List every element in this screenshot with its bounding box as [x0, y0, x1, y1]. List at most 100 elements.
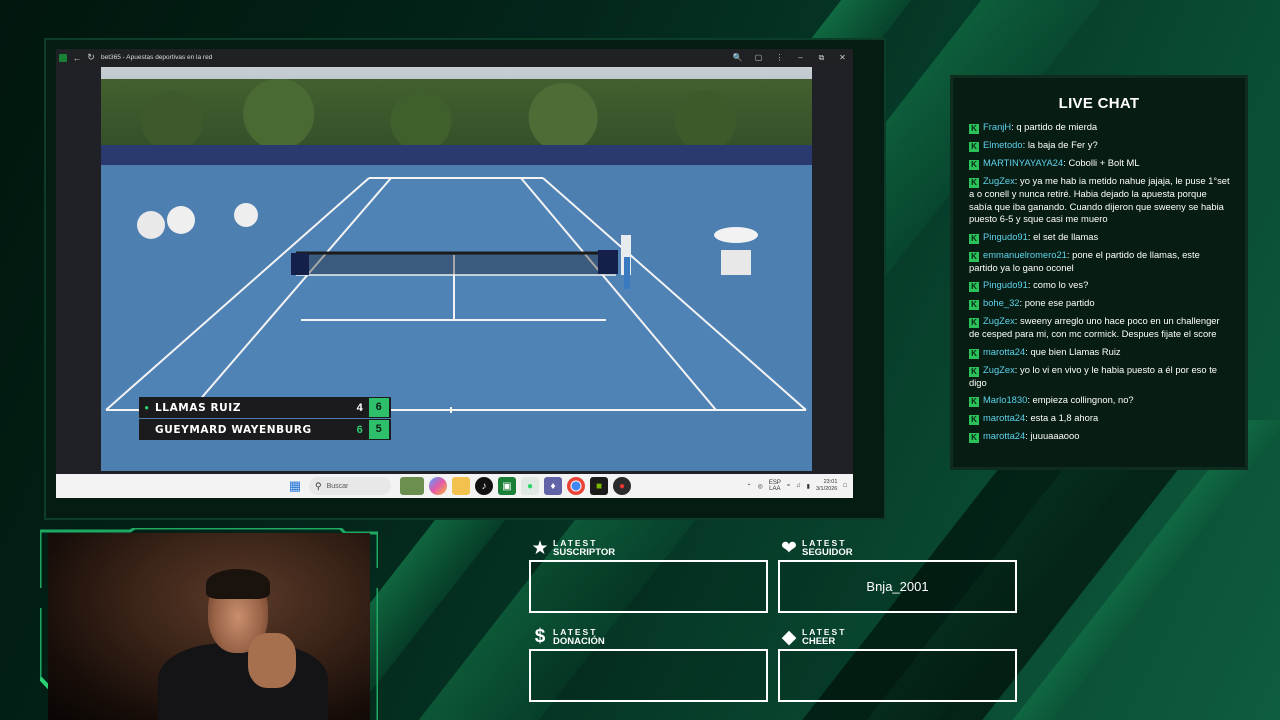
chat-text: que bien Llamas Ruiz	[1030, 345, 1121, 357]
battery-icon[interactable]: ▮	[807, 483, 810, 490]
back-arrow-icon[interactable]: ←	[70, 49, 84, 66]
taskbar-search-box[interactable]: ⚲ Buscar	[309, 477, 391, 495]
kick-badge-icon: K	[969, 397, 979, 407]
latest-label-line2: SUSCRIPTOR	[553, 546, 616, 558]
chat-text: juuuaaaooo	[1030, 430, 1080, 441]
chat-username[interactable]: ZugZex	[983, 315, 1015, 326]
latest-seguidor-box: Bnja_2001	[778, 560, 1017, 613]
microphone-icon[interactable]: ◎	[758, 483, 763, 490]
streamer-webcam	[48, 533, 370, 720]
chat-username[interactable]: Pingudo91	[983, 279, 1028, 290]
tiktok-icon[interactable]: ♪	[475, 477, 493, 495]
chat-message: K ZugZex: yo ya me hab ia metido nahue ja…	[969, 175, 1231, 226]
latest-seguidor-header: ❤ LATEST SEGUIDOR	[779, 537, 853, 559]
kick-badge-icon: K	[969, 160, 979, 170]
chat-message: K Pingudo91: el set de llamas	[969, 231, 1231, 244]
widgets-icon[interactable]	[400, 477, 424, 495]
chat-username[interactable]: bohe_32	[983, 297, 1020, 308]
chat-username[interactable]: marotta24	[983, 346, 1025, 357]
kick-badge-icon: K	[969, 433, 979, 443]
heart-icon: ❤	[781, 537, 797, 559]
latest-suscriptor-label: LATEST SUSCRIPTOR	[553, 538, 616, 558]
star-icon: ★	[531, 537, 549, 559]
windows-start-icon[interactable]: ▦	[286, 477, 304, 495]
kick-badge-icon: K	[969, 233, 979, 244]
chat-username[interactable]: Pingudo91	[983, 231, 1028, 242]
latest-cheer-label: LATEST CHEER	[802, 627, 846, 647]
more-menu-icon[interactable]: ⋮	[769, 49, 790, 66]
webcam-person-body	[158, 643, 328, 720]
volume-icon[interactable]: ♫	[796, 483, 801, 489]
live-chat-panel: LIVE CHAT K FranjH: q partido de mierda K E…	[950, 75, 1248, 470]
kick-badge-icon: K	[969, 415, 979, 425]
chat-username[interactable]: MARTINYAYAYA24	[983, 157, 1063, 168]
chat-username[interactable]: emmanuelromero21	[983, 249, 1067, 260]
chat-message: K ZugZex: yo lo vi en vivo y le habia pue…	[969, 364, 1231, 390]
language-indicator[interactable]: ESP LAA	[769, 480, 781, 492]
chat-message: Kemmanuelromero21: pone el partido de ll…	[969, 249, 1231, 275]
taskbar-clock[interactable]: 23:01 3/1/2026	[816, 479, 837, 493]
tennis-video-player[interactable]: ● LLAMAS RUIZ 4 6 GUEYMARD WAYENBURG 6 5	[101, 67, 812, 471]
kick-badge-icon: K	[969, 300, 979, 310]
webcam-person-hair	[206, 569, 270, 599]
whatsapp-icon[interactable]: ●	[521, 477, 539, 495]
chat-username[interactable]: ZugZex	[983, 364, 1015, 375]
latest-cheer-header: ◆ LATEST CHEER	[779, 627, 846, 648]
kick-badge-icon: K	[969, 348, 979, 359]
chat-message: Kbohe_32: pone ese partido	[969, 297, 1231, 310]
chat-message: Kmarotta24: juuuaaaooo	[969, 430, 1231, 443]
streaming-app-icon[interactable]: ●	[613, 477, 631, 495]
clock-date: 3/1/2026	[815, 486, 838, 492]
extensions-icon[interactable]: ▢	[748, 49, 769, 66]
close-icon[interactable]: ✕	[832, 49, 853, 66]
copilot-icon[interactable]	[429, 477, 447, 495]
latest-donacion-label: LATEST DONACIÓN	[553, 627, 605, 647]
windows-taskbar: ▦ ⚲ Buscar ♪ ▣ ● ♦ ■ ● ⌃ ◎ ESP LAA ≈ ♫ ▮…	[56, 474, 853, 498]
chat-text: la baja de Fer y?	[1027, 139, 1098, 150]
restore-icon[interactable]: ⧉	[811, 49, 832, 66]
clock-time: 23:01	[823, 479, 838, 485]
chat-username[interactable]: Elmetodo	[983, 139, 1023, 150]
chat-message: K FranjH: q partido de mierda	[969, 121, 1231, 134]
latest-label-line2: SEGUIDOR	[802, 546, 853, 558]
minimize-icon[interactable]: –	[790, 49, 811, 66]
nvidia-icon[interactable]: ■	[590, 477, 608, 495]
file-explorer-icon[interactable]	[452, 477, 470, 495]
chat-username[interactable]: marotta24	[983, 412, 1025, 423]
latest-donacion-header: $ LATEST DONACIÓN	[530, 626, 605, 647]
titlebar-controls: 🔍 ▢ ⋮ – ⧉ ✕	[727, 49, 853, 66]
player-sets: 6	[369, 398, 389, 417]
chat-username[interactable]: Marlo1830	[983, 394, 1027, 405]
webcam-person-hand	[248, 633, 296, 688]
chat-text: como lo ves?	[1033, 279, 1089, 290]
reload-icon[interactable]: ↻	[84, 49, 98, 66]
chat-message-list[interactable]: K FranjH: q partido de mierda K Elmetodo: l…	[969, 121, 1231, 448]
chat-message: K Pingudo91: como lo ves?	[969, 279, 1231, 292]
chat-text: Cobolli + Bolt ML	[1068, 157, 1140, 168]
teams-icon[interactable]: ♦	[544, 477, 562, 495]
wifi-icon[interactable]: ≈	[787, 483, 790, 489]
kick-badge-icon: K	[969, 142, 979, 152]
player-games: 4	[356, 401, 364, 414]
live-chat-title: LIVE CHAT	[1058, 95, 1140, 112]
chat-text: esta a 1,8 ahora	[1030, 412, 1099, 423]
browser-window: ← ↻ bet365 - Apuestas deportivas en la r…	[56, 49, 853, 498]
browser-titlebar: ← ↻ bet365 - Apuestas deportivas en la r…	[56, 49, 853, 66]
player-name: GUEYMARD WAYENBURG	[155, 423, 312, 436]
search-placeholder: Buscar	[326, 482, 349, 490]
chat-message: Kmarotta24: que bien Llamas Ruiz	[969, 346, 1231, 359]
bet365-app-icon[interactable]: ▣	[498, 477, 516, 495]
chevron-up-icon[interactable]: ⌃	[747, 483, 752, 490]
chat-username[interactable]: FranjH	[983, 121, 1011, 132]
latest-seguidor-label: LATEST SEGUIDOR	[802, 538, 853, 558]
chat-message: Kmarotta24: esta a 1,8 ahora	[969, 412, 1231, 425]
chat-username[interactable]: marotta24	[983, 430, 1025, 441]
chrome-icon[interactable]	[567, 477, 585, 495]
latest-suscriptor-header: ★ LATEST SUSCRIPTOR	[530, 537, 616, 559]
chat-message: K ZugZex: sweeny arreglo uno hace poco en…	[969, 315, 1231, 341]
chat-username[interactable]: ZugZex	[983, 175, 1015, 186]
notifications-icon[interactable]: □	[843, 483, 847, 489]
player-name: LLAMAS RUIZ	[155, 401, 242, 414]
zoom-icon[interactable]: 🔍	[727, 49, 748, 66]
video-trees	[101, 79, 812, 149]
